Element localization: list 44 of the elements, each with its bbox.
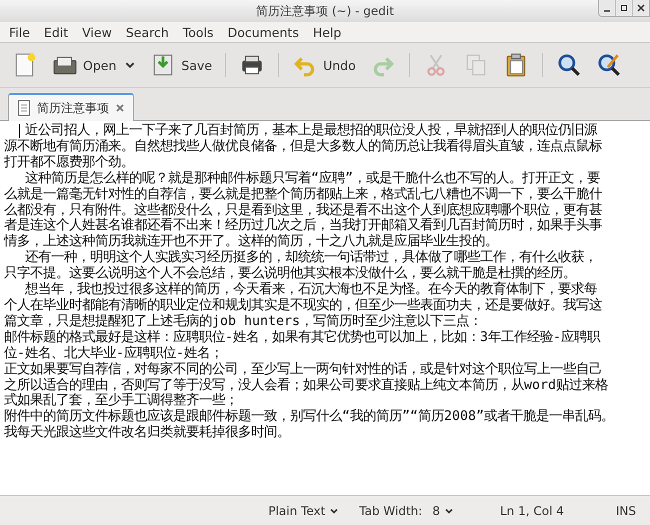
text-line: 个人在毕业时都能有清晰的职业定位和规划其实是不现实的，但至少一些表面功夫，还是要做好。我写这	[4, 298, 602, 314]
search-icon	[556, 52, 582, 78]
text-line: 邮件标题的格式最好是这样：应聘职位-姓名，如果有其它优势也可以加上，比如：3年工作经验-应聘职	[4, 330, 600, 346]
open-button[interactable]: Open	[48, 50, 120, 80]
text-editor[interactable]	[0, 121, 650, 495]
text-line: 近公司招人，网上一下子来了几百封简历，基本上是最想招的职位没人投，早就招到人的职位仍旧源	[25, 123, 597, 138]
menu-item[interactable]: View	[75, 24, 119, 40]
window-title: 简历注意事项 (~) - gedit	[256, 2, 394, 20]
search-replace-icon	[596, 52, 622, 78]
text-line: 正文如果要写自荐信，对每家不同的公司，至少写上一两句针对性的话，或是针对这个职位写上一些自己	[4, 362, 602, 378]
text-cursor	[19, 124, 20, 138]
text-line: 想当年，我也投过很多这样的简历，今天看来，石沉大海也不足为怪。在今天的教育体制下，要求每	[25, 282, 597, 298]
text-line: 者是连这个人姓甚名谁都还看不出来！经历过几次之后，当我打开邮箱又看到几百封简历时，如果手头事	[4, 218, 602, 234]
document-icon	[17, 100, 31, 116]
document-tab[interactable]: 简历注意事项	[8, 93, 134, 121]
close-icon	[637, 4, 645, 12]
text-line: 之所以适合的理由，否则写了等于没写，没人会看；如果公司要求直接贴上纯文本简历，从word贴过来格	[4, 378, 608, 392]
text-line: 么就是一篇毫无针对性的自荐信，要么就是把整个简历都贴上来，格式乱七八糟也不调一下，要么干脆什	[4, 186, 602, 202]
maximize-icon	[620, 4, 628, 12]
tab-width-dropdown[interactable]: Tab Width: 8	[353, 504, 460, 518]
text-line: 只字不提。这要么说明这个人不会总结，要么说明他其实根本没做什么，要么就干脆是杜撰的经历。	[4, 266, 576, 282]
text-line: 打开都不愿费那个劲。	[4, 154, 134, 170]
menu-item[interactable]: Search	[118, 24, 176, 40]
text-line: 式如果乱了套，至少手工调得整齐一些；	[4, 393, 238, 408]
menu-item[interactable]: Help	[306, 24, 348, 40]
text-line: 么都没有，只有附件。这些都没什么，只是看到这里，我还是看不出这个人到底想应聘哪个职位，更有甚	[4, 202, 602, 218]
menu-item[interactable]: File	[2, 24, 37, 40]
text-line: 位-姓名、北大毕业-应聘职位-姓名；	[4, 346, 224, 362]
cursor-position: Ln 1, Col 4	[500, 504, 564, 518]
text-line: 附件中的简历文件标题也应该是跟邮件标题一致，别写什么“我的简历”“简历2008”或者干脆是一串乱码。	[4, 409, 614, 424]
text-line: 源不断地有简历涌来。自然想找些人做优良储备，但是大多数人的简历总让我看得眉头直皱，连点点鼠标	[4, 138, 602, 155]
menu-item[interactable]: Documents	[220, 24, 306, 40]
undo-button[interactable]: Undo	[288, 50, 360, 80]
text-line: 还有一种，明明这个人实践实习经历挺多的，却统统一句话带过，具体做了哪些工作，有什么收获，	[25, 250, 597, 266]
menu-item[interactable]: Tools	[176, 24, 221, 40]
language-dropdown[interactable]: Plain Text	[262, 504, 346, 518]
menu-item[interactable]: Edit	[36, 24, 76, 40]
text-line: 我每天光跟这些文件改名归类就要耗掉很多时间。	[4, 425, 290, 442]
close-icon	[115, 103, 125, 113]
text-line: 这种简历是怎么样的呢？就是那种邮件标题只写着“应聘”，或是干脆什么也不写的人。打开正文，要	[25, 170, 600, 186]
insert-mode: INS	[616, 504, 636, 518]
text-line: 篇文章，只是想提醒犯了上述毛病的job hunters，写简历时至少注意以下三点：	[4, 314, 482, 330]
text-line: 情多，上述这种简历我就连开也不开了。这样的简历，十之八九就是应届毕业生投的。	[4, 234, 498, 250]
save-button[interactable]: Save	[146, 50, 216, 80]
